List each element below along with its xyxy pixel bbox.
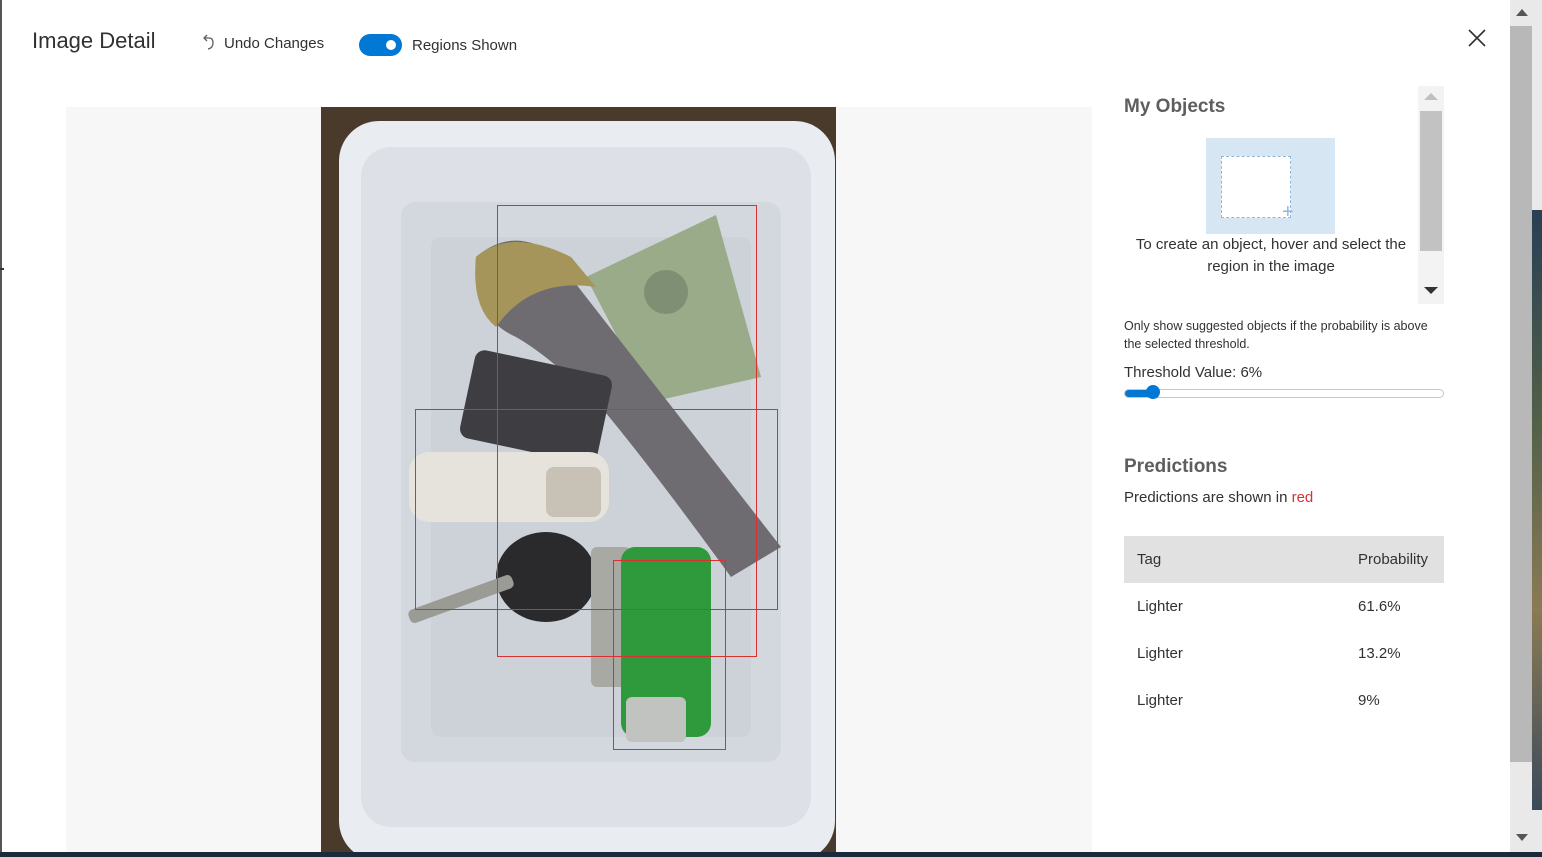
create-object-placeholder: + [1206, 138, 1335, 234]
plus-icon: + [1282, 201, 1294, 223]
slider-track[interactable] [1124, 389, 1444, 398]
table-header: Tag Probability [1124, 536, 1444, 583]
predictions-color-word: red [1291, 489, 1314, 506]
regions-toggle-group: Regions Shown [359, 34, 517, 56]
edge-marker [0, 268, 4, 270]
my-objects-panel: My Objects + To create an object, hover … [1124, 86, 1444, 304]
dialog-title: Image Detail [32, 28, 156, 53]
my-objects-title: My Objects [1124, 96, 1226, 117]
predictions-table: Tag Probability Lighter 61.6% Lighter 13… [1124, 536, 1444, 724]
dialog-left-edge [0, 0, 2, 857]
scroll-down-icon[interactable] [1424, 287, 1438, 294]
prediction-region-3[interactable] [613, 560, 726, 750]
regions-shown-label: Regions Shown [412, 36, 518, 54]
column-header-probability[interactable]: Probability [1358, 551, 1444, 568]
undo-icon [203, 34, 214, 50]
scrollbar-thumb[interactable] [1420, 111, 1442, 251]
predictions-title: Predictions [1124, 456, 1228, 477]
taskbar-strip [0, 852, 1542, 857]
row-probability: 9% [1358, 692, 1380, 709]
predictions-note: Predictions are shown in red [1124, 489, 1313, 506]
column-header-tag[interactable]: Tag [1124, 551, 1358, 568]
threshold-label: Threshold Value: 6% [1124, 364, 1263, 381]
row-probability: 61.6% [1358, 598, 1401, 615]
page-scroll-up-icon[interactable] [1516, 9, 1528, 16]
row-tag: Lighter [1137, 645, 1183, 662]
predictions-note-text: Predictions are shown in [1124, 489, 1288, 506]
undo-changes-label: Undo Changes [224, 34, 325, 52]
row-tag: Lighter [1137, 692, 1183, 709]
regions-shown-toggle[interactable] [359, 34, 402, 56]
close-icon[interactable] [1466, 27, 1488, 49]
scroll-up-icon[interactable] [1424, 93, 1438, 100]
row-tag: Lighter [1137, 598, 1183, 615]
toggle-knob [386, 40, 396, 50]
threshold-note: Only show suggested objects if the proba… [1124, 319, 1428, 351]
page-scrollbar[interactable] [1510, 0, 1542, 852]
table-row[interactable]: Lighter 61.6% [1124, 583, 1444, 630]
objects-scrollbar[interactable] [1418, 86, 1444, 304]
create-object-hint: To create an object, hover and select th… [1135, 236, 1407, 275]
page-scroll-down-icon[interactable] [1516, 834, 1528, 841]
background-page-strip [1532, 210, 1542, 810]
region-select-icon [1221, 156, 1291, 218]
row-probability: 13.2% [1358, 645, 1401, 662]
threshold-slider[interactable] [1124, 385, 1444, 399]
table-row[interactable]: Lighter 13.2% [1124, 630, 1444, 677]
slider-handle[interactable] [1146, 385, 1160, 399]
table-row[interactable]: Lighter 9% [1124, 677, 1444, 724]
page-scrollbar-thumb[interactable] [1510, 26, 1532, 762]
undo-changes-button[interactable]: Undo Changes [200, 34, 324, 52]
